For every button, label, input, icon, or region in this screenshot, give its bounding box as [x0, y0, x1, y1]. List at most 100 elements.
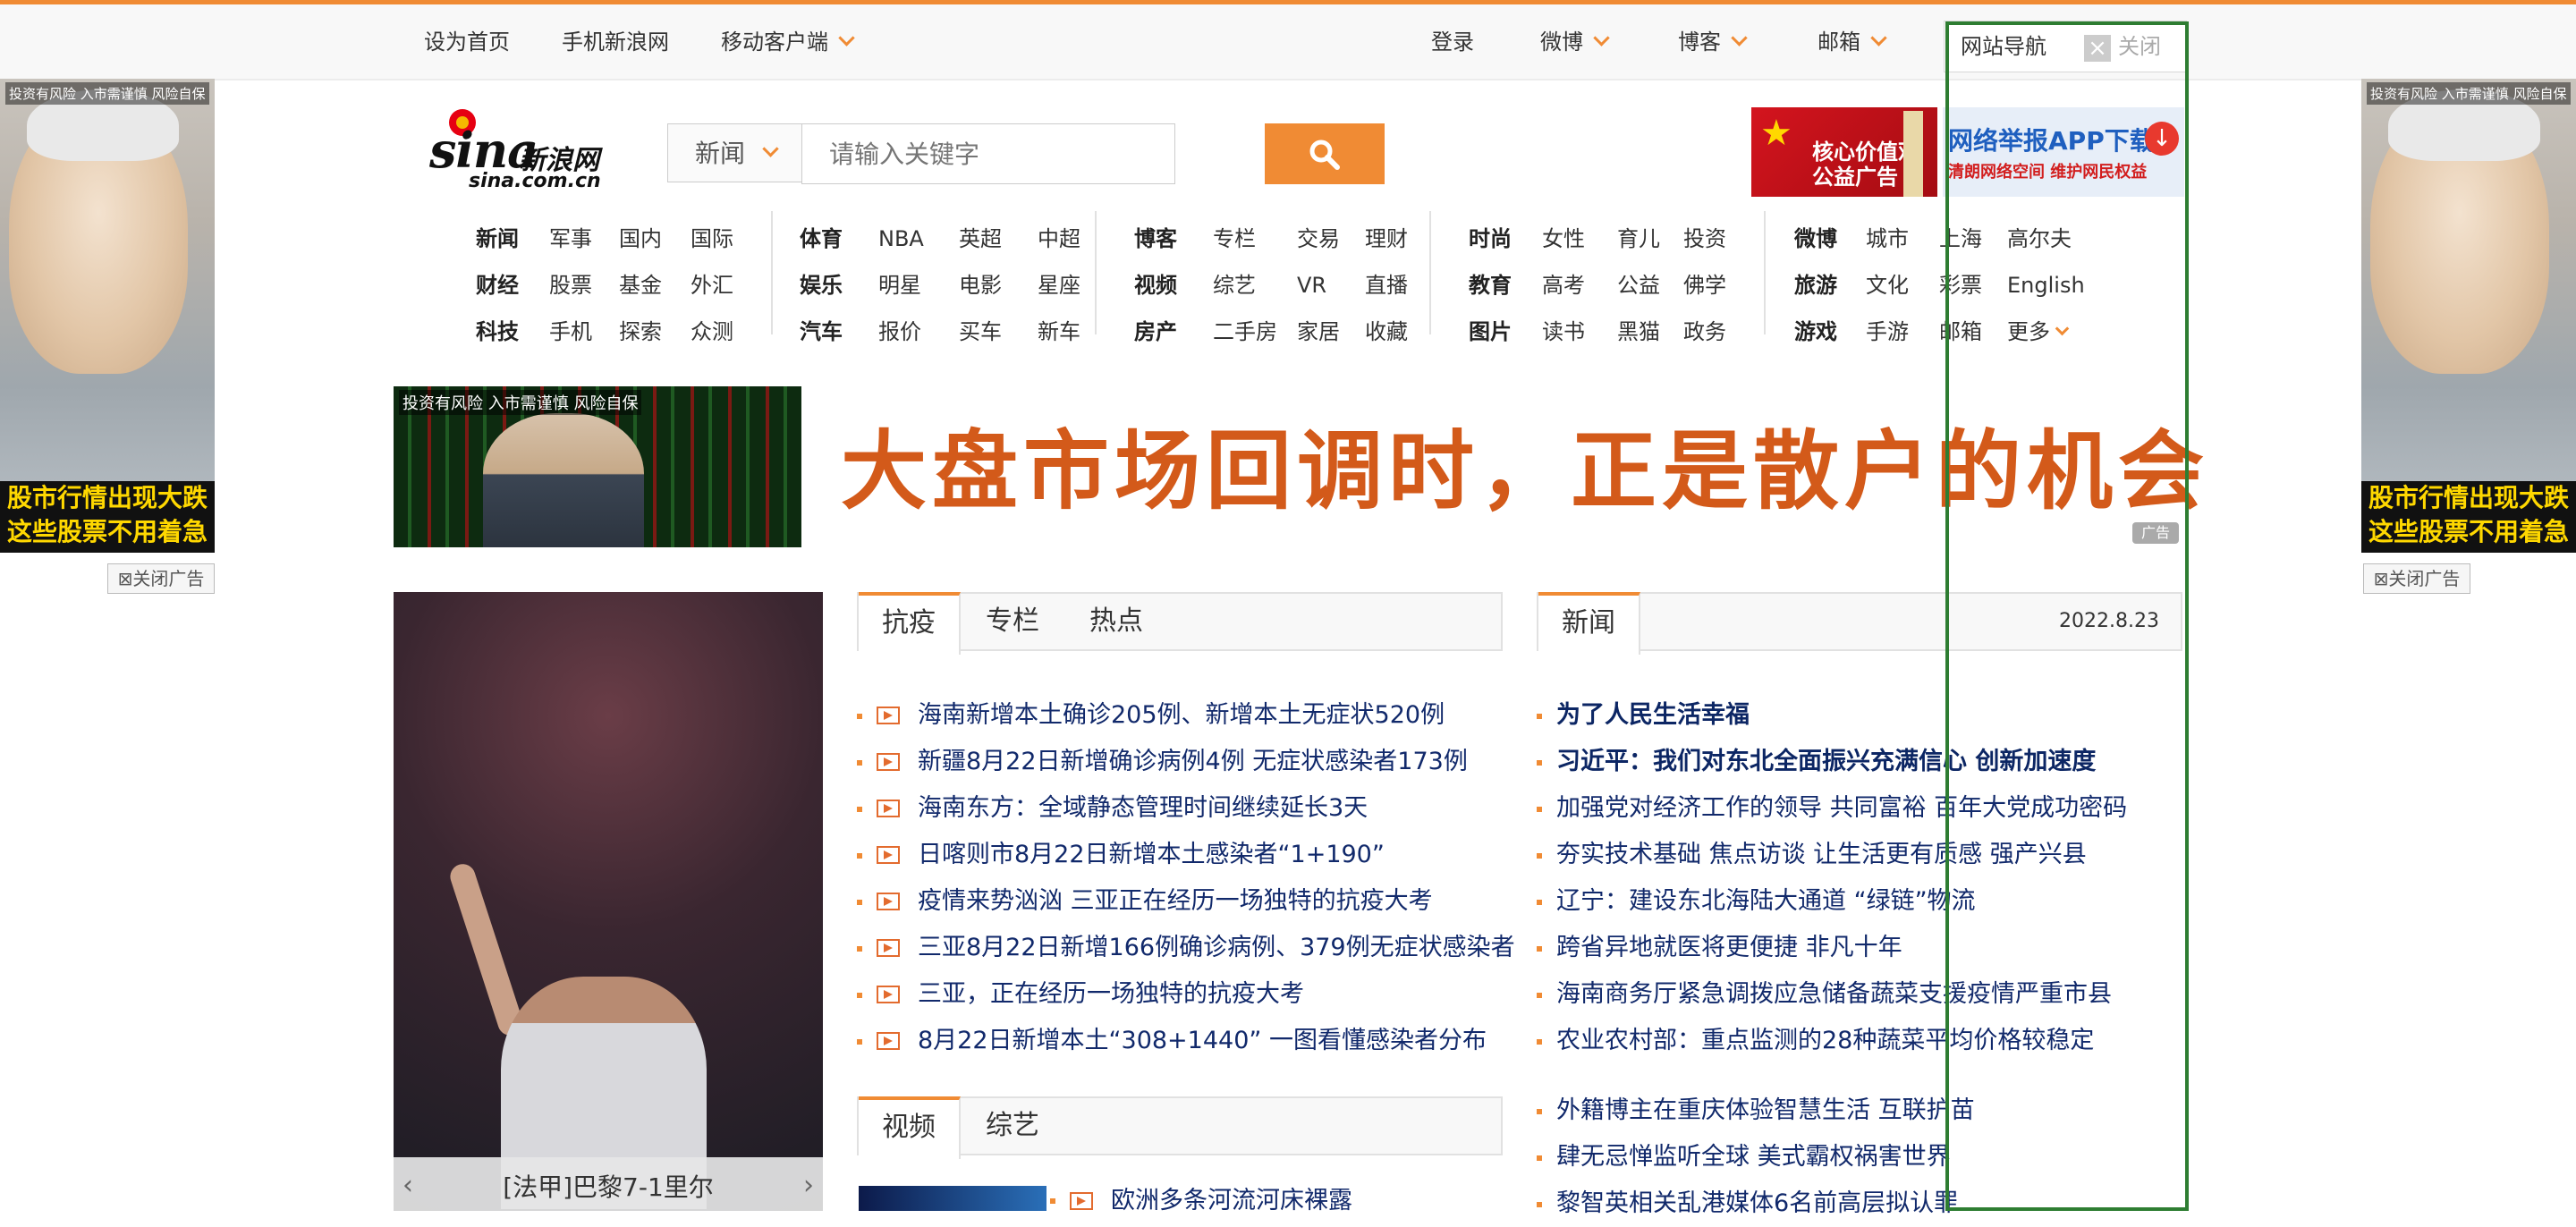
tab-news[interactable]: 新闻 — [1538, 592, 1640, 655]
headline-news-item[interactable]: 习近平：我们对东北全面振兴充满信心 创新加速度 — [1537, 739, 2127, 785]
channel-link-fashion-1-2[interactable]: 公益 — [1617, 272, 1660, 299]
channel-link-weibo-1-1[interactable]: 文化 — [1866, 272, 1909, 299]
channel-link-weibo-0-3[interactable]: 高尔夫 — [2007, 225, 2072, 252]
close-ad-button[interactable]: ⊠关闭广告 — [107, 563, 215, 594]
close-ad-button[interactable]: ⊠关闭广告 — [2363, 563, 2470, 594]
channel-link-weibo-0-1[interactable]: 城市 — [1866, 225, 1909, 252]
channel-link-fashion-1-3[interactable]: 佛学 — [1683, 272, 1726, 299]
channel-link-sports-2-3[interactable]: 新车 — [1038, 318, 1080, 345]
channel-link-weibo-0-0[interactable]: 微博 — [1794, 225, 1837, 252]
channel-link-news-1-2[interactable]: 基金 — [619, 272, 662, 299]
channel-link-fashion-0-1[interactable]: 女性 — [1542, 225, 1585, 252]
news-item[interactable]: 农业农村部：重点监测的28种蔬菜平均价格较稳定 — [1537, 1018, 2127, 1064]
search-category-select[interactable]: 新闻 — [667, 123, 801, 182]
channel-link-fashion-0-0[interactable]: 时尚 — [1469, 225, 1512, 252]
channel-link-blog-1-3[interactable]: 直播 — [1365, 272, 1408, 299]
channel-link-blog-2-2[interactable]: 家居 — [1297, 318, 1340, 345]
mobile-client-menu[interactable]: 移动客户端 — [721, 26, 855, 58]
epidemic-news-item[interactable]: 海南新增本土确诊205例、新增本土无症状520例 — [857, 692, 1515, 739]
channel-link-fashion-2-1[interactable]: 读书 — [1542, 318, 1585, 345]
login-link[interactable]: 登录 — [1431, 26, 1474, 58]
news-item[interactable]: 加强党对经济工作的领导 共同富裕 百年大党成功密码 — [1537, 785, 2127, 832]
search-input[interactable] — [801, 123, 1175, 184]
weibo-menu[interactable]: 微博 — [1540, 26, 1610, 58]
channel-link-fashion-2-2[interactable]: 黑猫 — [1617, 318, 1660, 345]
channel-link-news-0-1[interactable]: 军事 — [549, 225, 592, 252]
channel-link-fashion-1-1[interactable]: 高考 — [1542, 272, 1585, 299]
channel-link-weibo-2-0[interactable]: 游戏 — [1794, 318, 1837, 345]
channel-link-sports-1-2[interactable]: 电影 — [959, 272, 1002, 299]
epidemic-news-item[interactable]: 新疆8月22日新增确诊病例4例 无症状感染者173例 — [857, 739, 1515, 785]
news-item[interactable]: 辽宁：建设东北海陆大通道 “绿链”物流 — [1537, 878, 2127, 925]
channel-link-blog-0-0[interactable]: 博客 — [1134, 225, 1177, 252]
right-side-ad[interactable]: 投资有风险 入市需谨慎 风险自保 股市行情出现大跌 这些股票不用着急 ⊠关闭广告 — [2361, 79, 2576, 597]
search-button[interactable] — [1265, 123, 1385, 184]
stock-banner-ad[interactable]: 投资有风险 入市需谨慎 风险自保 大盘市场回调时，正是散户的机会 — [394, 386, 2204, 547]
channel-link-sports-2-1[interactable]: 报价 — [878, 318, 921, 345]
news-secondary-item[interactable]: 外籍博主在重庆体验智慧生活 互联护苗 — [1537, 1087, 1975, 1134]
tab-video[interactable]: 视频 — [859, 1096, 961, 1159]
news-secondary-item[interactable]: 黎智英相关乱港媒体6名前高层拟认罪 — [1537, 1180, 1975, 1227]
channel-link-blog-2-3[interactable]: 收藏 — [1365, 318, 1408, 345]
channel-link-sports-1-3[interactable]: 星座 — [1038, 272, 1080, 299]
report-app-ad[interactable]: 网络举报APP下载 清朗网络空间 维护网民权益 ↓ — [1943, 107, 2184, 197]
news-secondary-item[interactable]: 肆无忌惮监听全球 美式霸权祸害世界 — [1537, 1134, 1975, 1180]
channel-link-news-1-3[interactable]: 外汇 — [691, 272, 733, 299]
tab-hot[interactable]: 热点 — [1066, 594, 1166, 649]
mobile-sina-link[interactable]: 手机新浪网 — [562, 26, 669, 58]
channel-link-fashion-2-0[interactable]: 图片 — [1469, 318, 1512, 345]
video-thumbnail[interactable] — [859, 1186, 1046, 1211]
channel-link-blog-2-0[interactable]: 房产 — [1134, 318, 1177, 345]
channel-link-weibo-2-2[interactable]: 邮箱 — [1939, 318, 1982, 345]
left-side-ad[interactable]: 投资有风险 入市需谨慎 风险自保 股市行情出现大跌 这些股票不用着急 ⊠关闭广告 — [0, 79, 215, 597]
epidemic-news-item[interactable]: 疫情来势汹汹 三亚正在经历一场独特的抗疫大考 — [857, 878, 1515, 925]
mail-menu[interactable]: 邮箱 — [1818, 26, 1887, 58]
site-nav-close-button[interactable]: × 关闭 — [2084, 30, 2161, 63]
channel-link-weibo-2-3[interactable]: 更多 — [2007, 318, 2070, 345]
channel-link-blog-1-2[interactable]: VR — [1297, 272, 1326, 299]
sina-logo[interactable]: sina 新浪网 sina.com.cn — [429, 106, 644, 195]
channel-link-sports-2-0[interactable]: 汽车 — [800, 318, 843, 345]
channel-link-news-2-1[interactable]: 手机 — [549, 318, 592, 345]
channel-link-fashion-2-3[interactable]: 政务 — [1683, 318, 1726, 345]
channel-link-weibo-0-2[interactable]: 上海 — [1939, 225, 1982, 252]
channel-link-sports-1-1[interactable]: 明星 — [878, 272, 921, 299]
channel-link-news-0-0[interactable]: 新闻 — [476, 225, 519, 252]
channel-link-blog-1-0[interactable]: 视频 — [1134, 272, 1177, 299]
channel-link-news-0-2[interactable]: 国内 — [619, 225, 662, 252]
channel-link-news-2-2[interactable]: 探索 — [619, 318, 662, 345]
channel-link-sports-0-0[interactable]: 体育 — [800, 225, 843, 252]
focus-photo-carousel[interactable]: ‹ [法甲]巴黎7-1里尔 › — [394, 592, 823, 1211]
channel-link-blog-1-1[interactable]: 综艺 — [1213, 272, 1256, 299]
blog-menu[interactable]: 博客 — [1678, 26, 1748, 58]
channel-link-blog-0-1[interactable]: 专栏 — [1213, 225, 1256, 252]
epidemic-news-item[interactable]: 三亚8月22日新增166例确诊病例、379例无症状感染者 — [857, 925, 1515, 971]
channel-link-fashion-1-0[interactable]: 教育 — [1469, 272, 1512, 299]
tab-epidemic[interactable]: 抗疫 — [859, 592, 961, 655]
news-item[interactable]: 跨省异地就医将更便捷 非凡十年 — [1537, 925, 2127, 971]
headline-news-item[interactable]: 为了人民生活幸福 — [1537, 692, 2127, 739]
focus-caption[interactable]: [法甲]巴黎7-1里尔 — [394, 1168, 823, 1204]
tab-column[interactable]: 专栏 — [962, 594, 1063, 649]
channel-link-news-1-1[interactable]: 股票 — [549, 272, 592, 299]
channel-link-sports-0-1[interactable]: NBA — [878, 225, 924, 252]
channel-link-blog-0-3[interactable]: 理财 — [1365, 225, 1408, 252]
epidemic-news-item[interactable]: 日喀则市8月22日新增本土感染者“1+190” — [857, 832, 1515, 878]
channel-link-news-1-0[interactable]: 财经 — [476, 272, 519, 299]
channel-link-sports-2-2[interactable]: 买车 — [959, 318, 1002, 345]
next-arrow-icon[interactable]: › — [803, 1170, 814, 1201]
channel-link-news-0-3[interactable]: 国际 — [691, 225, 733, 252]
epidemic-news-item[interactable]: 三亚，正在经历一场独特的抗疫大考 — [857, 971, 1515, 1018]
channel-link-sports-0-2[interactable]: 英超 — [959, 225, 1002, 252]
channel-link-fashion-0-3[interactable]: 投资 — [1683, 225, 1726, 252]
epidemic-news-item[interactable]: 海南东方：全域静态管理时间继续延长3天 — [857, 785, 1515, 832]
channel-link-sports-1-0[interactable]: 娱乐 — [800, 272, 843, 299]
news-item[interactable]: 海南商务厅紧急调拨应急储备蔬菜支援疫情严重市县 — [1537, 971, 2127, 1018]
tab-variety[interactable]: 综艺 — [962, 1098, 1063, 1154]
site-nav-link[interactable]: 网站导航 — [1961, 30, 2046, 63]
channel-link-fashion-0-2[interactable]: 育儿 — [1617, 225, 1660, 252]
channel-link-blog-2-1[interactable]: 二手房 — [1213, 318, 1277, 345]
channel-link-news-2-0[interactable]: 科技 — [476, 318, 519, 345]
channel-link-sports-0-3[interactable]: 中超 — [1038, 225, 1080, 252]
video-news-item[interactable]: 欧洲多条河流河床裸露 — [1050, 1186, 1352, 1216]
